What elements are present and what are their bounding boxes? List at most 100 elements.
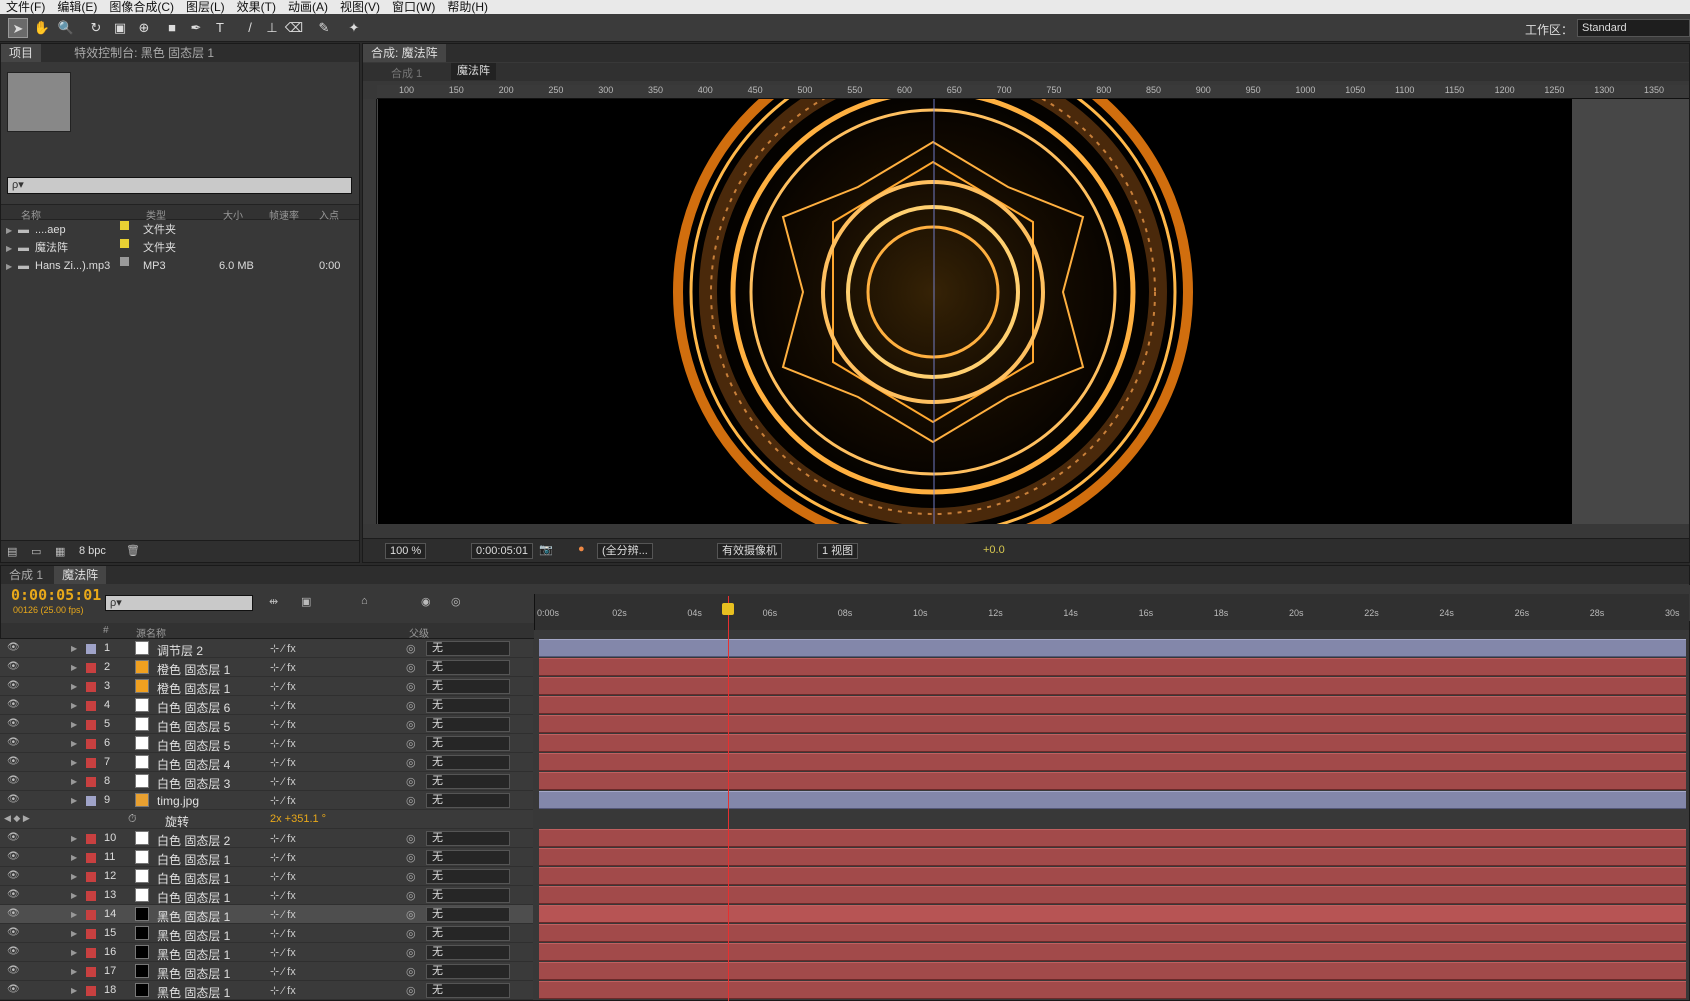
- layer-duration-bar[interactable]: [539, 772, 1686, 790]
- visibility-eye-icon[interactable]: 👁: [7, 756, 20, 767]
- layer-label-color[interactable]: [86, 948, 96, 958]
- layer-duration-bar[interactable]: [539, 734, 1686, 752]
- tab-magic-circle[interactable]: 魔法阵: [54, 566, 107, 584]
- pick-whip-icon[interactable]: ◎: [406, 908, 416, 921]
- layer-row[interactable]: 👁 ▶ 6 白色 固态层 5 ⊹ ⁄ fx ◎ 无: [0, 734, 533, 753]
- layer-switches-icon[interactable]: ⊹ ⁄ fx: [270, 680, 296, 693]
- layer-label-color[interactable]: [86, 644, 96, 654]
- layer-duration-bar[interactable]: [539, 924, 1686, 942]
- expand-triangle-icon[interactable]: ▶: [71, 701, 77, 710]
- layer-duration-bar[interactable]: [539, 981, 1686, 999]
- layer-row[interactable]: 👁 ▶ 5 白色 固态层 5 ⊹ ⁄ fx ◎ 无: [0, 715, 533, 734]
- new-folder-icon[interactable]: ▭: [31, 545, 41, 558]
- layer-duration-bar[interactable]: [539, 639, 1686, 657]
- layer-duration-bar[interactable]: [539, 943, 1686, 961]
- visibility-eye-icon[interactable]: 👁: [7, 984, 20, 995]
- pick-whip-icon[interactable]: ◎: [406, 984, 416, 997]
- breadcrumb-current[interactable]: 魔法阵: [451, 63, 496, 80]
- property-row[interactable]: ◀ ◆ ▶ ⏱ 旋转 2x +351.1 °: [0, 810, 533, 829]
- stopwatch-icon[interactable]: ⏱: [128, 813, 137, 826]
- layer-duration-bar[interactable]: [539, 848, 1686, 866]
- layer-label-color[interactable]: [86, 910, 96, 920]
- parent-select[interactable]: 无: [426, 755, 510, 770]
- visibility-eye-icon[interactable]: 👁: [7, 870, 20, 881]
- layer-switches-icon[interactable]: ⊹ ⁄ fx: [270, 699, 296, 712]
- layer-duration-bar[interactable]: [539, 962, 1686, 980]
- layer-switches-icon[interactable]: ⊹ ⁄ fx: [270, 908, 296, 921]
- trash-icon[interactable]: 🗑: [126, 544, 140, 557]
- expand-triangle-icon[interactable]: ▶: [71, 929, 77, 938]
- bpc-label[interactable]: 8 bpc: [79, 545, 106, 557]
- layer-name[interactable]: 黑色 固态层 1: [157, 908, 230, 925]
- visibility-eye-icon[interactable]: 👁: [7, 718, 20, 729]
- eraser-tool-icon[interactable]: ⌫: [284, 18, 304, 38]
- expand-triangle-icon[interactable]: ▶: [71, 720, 77, 729]
- expand-triangle-icon[interactable]: ▶: [6, 221, 12, 240]
- views-select[interactable]: 1 视图: [817, 543, 859, 559]
- expand-triangle-icon[interactable]: ▶: [71, 777, 77, 786]
- layer-switches-icon[interactable]: ⊹ ⁄ fx: [270, 775, 296, 788]
- col-parent[interactable]: 父级: [409, 625, 429, 640]
- layer-duration-bar[interactable]: [539, 715, 1686, 733]
- layer-row[interactable]: 👁 ▶ 15 黑色 固态层 1 ⊹ ⁄ fx ◎ 无: [0, 924, 533, 943]
- pick-whip-icon[interactable]: ◎: [406, 927, 416, 940]
- parent-select[interactable]: 无: [426, 964, 510, 979]
- snapshot-icon[interactable]: 📷: [539, 543, 553, 556]
- current-time-indicator[interactable]: [728, 596, 729, 1001]
- parent-select[interactable]: 无: [426, 926, 510, 941]
- layer-duration-bar[interactable]: [539, 791, 1686, 809]
- layer-duration-bar[interactable]: [539, 867, 1686, 885]
- visibility-eye-icon[interactable]: 👁: [7, 794, 20, 805]
- visibility-eye-icon[interactable]: 👁: [7, 889, 20, 900]
- project-item[interactable]: ▶ ▬ Hans Zi...).mp3 MP3 6.0 MB 0:00: [1, 257, 345, 276]
- menu-item[interactable]: 图像合成(C): [103, 0, 180, 14]
- brush-tool-icon[interactable]: /: [240, 18, 260, 38]
- col-size[interactable]: 大小: [223, 207, 243, 222]
- parent-select[interactable]: 无: [426, 679, 510, 694]
- new-comp-icon[interactable]: ▦: [55, 545, 65, 558]
- pan-behind-tool-icon[interactable]: ⊕: [134, 18, 154, 38]
- layer-switches-icon[interactable]: ⊹ ⁄ fx: [270, 946, 296, 959]
- project-item[interactable]: ▶ ▬ 魔法阵 文件夹: [1, 239, 345, 258]
- layer-switches-icon[interactable]: ⊹ ⁄ fx: [270, 870, 296, 883]
- camera-tool-icon[interactable]: ▣: [110, 18, 130, 38]
- layer-switches-icon[interactable]: ⊹ ⁄ fx: [270, 756, 296, 769]
- layer-name[interactable]: 白色 固态层 1: [157, 870, 230, 887]
- layer-label-color[interactable]: [86, 929, 96, 939]
- playhead-handle[interactable]: [722, 603, 734, 615]
- layer-label-color[interactable]: [86, 796, 96, 806]
- comp-viewer[interactable]: [377, 99, 1689, 524]
- layer-name[interactable]: 调节层 2: [157, 642, 203, 659]
- layer-label-color[interactable]: [86, 967, 96, 977]
- pick-whip-icon[interactable]: ◎: [406, 642, 416, 655]
- layer-name[interactable]: 白色 固态层 1: [157, 889, 230, 906]
- camera-select[interactable]: 有效摄像机: [717, 543, 782, 559]
- layer-name[interactable]: 白色 固态层 5: [157, 737, 230, 754]
- expand-triangle-icon[interactable]: ▶: [71, 872, 77, 881]
- layer-switches-icon[interactable]: ⊹ ⁄ fx: [270, 642, 296, 655]
- pick-whip-icon[interactable]: ◎: [406, 946, 416, 959]
- layer-row[interactable]: 👁 ▶ 9 timg.jpg ⊹ ⁄ fx ◎ 无: [0, 791, 533, 810]
- parent-select[interactable]: 无: [426, 793, 510, 808]
- visibility-eye-icon[interactable]: 👁: [7, 680, 20, 691]
- current-time-display[interactable]: 0:00:05:01: [471, 543, 533, 559]
- layer-row[interactable]: 👁 ▶ 13 白色 固态层 1 ⊹ ⁄ fx ◎ 无: [0, 886, 533, 905]
- layer-label-color[interactable]: [86, 701, 96, 711]
- layer-switches-icon[interactable]: ⊹ ⁄ fx: [270, 737, 296, 750]
- breadcrumb-prev[interactable]: 合成 1: [391, 65, 422, 81]
- layer-duration-bar[interactable]: [539, 829, 1686, 847]
- layer-label-color[interactable]: [86, 682, 96, 692]
- layer-duration-bar[interactable]: [539, 658, 1686, 676]
- pick-whip-icon[interactable]: ◎: [406, 661, 416, 674]
- expand-triangle-icon[interactable]: ▶: [71, 758, 77, 767]
- parent-select[interactable]: 无: [426, 736, 510, 751]
- project-search-input[interactable]: ρ▾: [7, 177, 352, 194]
- tab-comp-1[interactable]: 合成 1: [1, 566, 51, 584]
- visibility-eye-icon[interactable]: 👁: [7, 775, 20, 786]
- layer-name[interactable]: 橙色 固态层 1: [157, 680, 230, 697]
- expand-triangle-icon[interactable]: ▶: [71, 986, 77, 995]
- puppet-tool-icon[interactable]: ✦: [344, 18, 364, 38]
- visibility-eye-icon[interactable]: 👁: [7, 699, 20, 710]
- layer-duration-bar[interactable]: [539, 677, 1686, 695]
- layer-name[interactable]: 白色 固态层 1: [157, 851, 230, 868]
